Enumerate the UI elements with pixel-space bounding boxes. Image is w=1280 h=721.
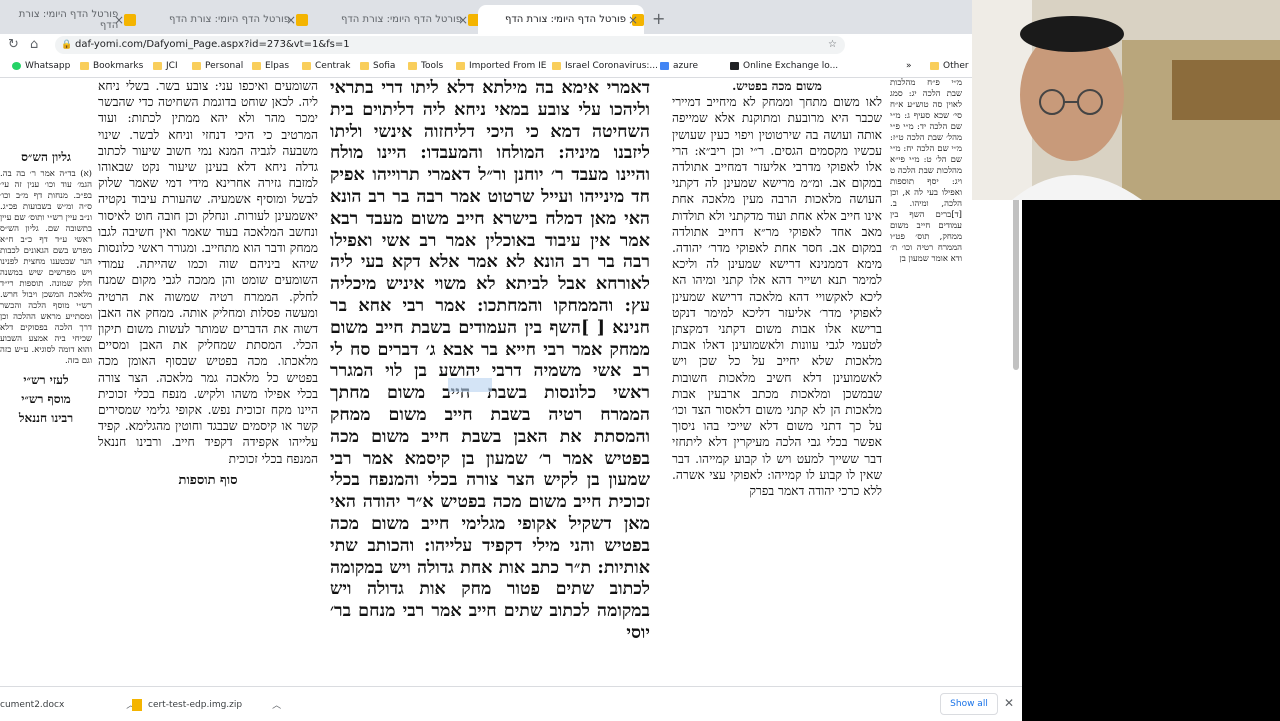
folder-icon [302,62,311,70]
laazei-rashi-heading: לעזי רש״י [23,373,69,387]
bookmark-folder[interactable]: Centrak [302,61,350,71]
webcam-video-overlay [972,0,1280,200]
lock-icon: 🔒 [61,40,73,50]
bookmark-label: azure [673,61,698,71]
bookmark-other[interactable]: Other b [930,61,972,71]
chevron-up-icon[interactable]: ︿ [272,698,281,711]
download-filename: cert-test-edp.img.zip [148,699,243,710]
rashi-text: לאו משום מתחך וממחק לא מיחייב דמיירי שכב… [672,95,882,499]
bookmark-folder[interactable]: Israel Coronavirus:... [552,61,658,71]
tab-3[interactable]: פורטל הדף היומי: צורת הדף × [308,5,480,34]
tab-close-icon[interactable]: × [114,13,124,27]
rashi-heading: משום מכה בפטיש. [732,79,822,93]
bookmarks-overflow-chevron[interactable]: » [906,61,912,71]
browser-window: פורטל הדף היומי: צורת הדף × פורטל הדף הי… [0,0,972,720]
bookmark-star-icon[interactable]: ☆ [828,36,837,54]
close-downloads-icon[interactable]: ✕ [1004,696,1014,710]
tab-close-icon[interactable]: × [286,13,296,27]
site-favicon-icon [296,13,308,26]
whatsapp-icon [12,62,21,70]
talmud-page: מ״י פ״ח מהלכות שבת הלכה יג: סמג לאוין סה… [0,78,972,686]
bookmark-label: Centrak [315,61,351,71]
tosafot-column: השומעים ואיכפו עני: צובע בשר. בשלי ניחא … [98,78,318,686]
site-favicon-icon [124,13,136,26]
bookmark-folder[interactable]: Imported From IE [456,61,546,71]
bookmark-label: Tools [421,61,444,71]
tosafot-text: השומעים ואיכפו עני: צובע בשר. בשלי ניחא … [98,79,318,466]
bookmark-folder[interactable]: Personal [192,61,243,71]
bookmark-label: Personal [205,61,244,71]
url-text: daf-yomi.com/Dafyomi_Page.aspx?id=273&vt… [75,39,350,50]
bookmark-label: Sofia [373,61,396,71]
bookmark-label: Other b [943,61,972,71]
reload-icon[interactable]: ↻ [8,37,19,52]
tab-strip: פורטל הדף היומי: צורת הדף × פורטל הדף הי… [0,0,972,34]
selection-highlight [448,378,492,392]
gilyon-heading: גליון הש״ס [21,150,71,164]
tosafot-heading: סוף תוספות [178,472,238,488]
bookmark-folder[interactable]: JCI [153,61,178,71]
bookmark-label: Imported From IE [469,61,547,71]
tab-title: פורטל הדף היומי: צורת הדף [168,14,290,25]
downloads-bar: cument2.docx ︿ cert-test-edp.img.zip ︿ S… [0,686,1022,721]
zip-file-icon [132,698,142,711]
overflow-glyph: » [906,61,912,71]
folder-icon [192,62,201,70]
folder-icon [360,62,369,70]
download-item[interactable]: cument2.docx ︿ [0,698,135,712]
tab-close-icon[interactable]: × [628,13,638,27]
bookmark-label: Online Exchange lo... [743,61,839,71]
presenter-video-icon [972,0,1280,200]
bookmark-folder[interactable]: Elpas [252,61,289,71]
folder-icon [930,62,939,70]
folder-icon [153,62,162,70]
bookmark-label: Elpas [265,61,290,71]
bookmarks-bar: Whatsapp Bookmarks JCI Personal Elpas Ce… [0,57,972,78]
tab-title: פורטל הדף היומי: צורת הדף [18,8,119,31]
bookmark-label: Israel Coronavirus:... [565,61,659,71]
folder-icon [252,62,261,70]
video-letterbox [1022,200,1280,720]
folder-icon [80,62,89,70]
bookmark-azure[interactable]: azure [660,61,698,71]
tab-title: פורטל הדף היומי: צורת הדף [340,14,462,25]
bookmark-label: Whatsapp [25,61,71,71]
new-tab-plus-icon[interactable]: + [652,9,665,28]
exchange-icon [730,62,739,70]
tab-4-active[interactable]: פורטל הדף היומי: צורת הדף × [478,5,644,34]
tab-2[interactable]: פורטל הדף היומי: צורת הדף × [136,5,308,34]
ein-mishpat-column: מ״י פ״ח מהלכות שבת הלכה יג: סמג לאוין סה… [890,78,962,686]
rabbeinu-chananel-heading: רבינו חננאל [18,411,74,425]
bookmark-exchange[interactable]: Online Exchange lo... [730,61,838,71]
rashi-column: משום מכה בפטיש. לאו משום מתחך וממחק לא מ… [672,78,882,686]
musaf-rashi-heading: מוסף רש״י [21,392,71,406]
gilyon-column: גליון הש״ס (א) בד״ה אמר ר׳ בה בה. הגמ׳ ע… [0,78,92,686]
tab-title: פורטל הדף היומי: צורת הדף [504,14,626,25]
download-item[interactable]: cert-test-edp.img.zip ︿ [132,698,281,711]
tab-1[interactable]: פורטל הדף היומי: צורת הדף × [0,5,136,34]
bookmark-folder[interactable]: Sofia [360,61,395,71]
bookmark-folder[interactable]: Tools [408,61,443,71]
address-bar-row: ↻ ⌂ 🔒 daf-yomi.com/Dafyomi_Page.aspx?id=… [0,34,972,84]
tab-close-icon[interactable]: × [458,13,468,27]
folder-icon [456,62,465,70]
url-input[interactable]: 🔒 daf-yomi.com/Dafyomi_Page.aspx?id=273&… [55,36,845,54]
folder-icon [552,62,561,70]
doc-icon [660,62,669,70]
bookmark-label: Bookmarks [93,61,144,71]
home-icon[interactable]: ⌂ [30,37,38,52]
ein-mishpat-text: מ״י פ״ח מהלכות שבת הלכה יג: סמג לאוין סה… [890,78,962,264]
folder-icon [408,62,417,70]
gemara-text: דאמרי אימא בה מילתא דלא ליתו דרי בתראי ו… [330,78,650,643]
gilyon-text: (א) בד״ה אמר ר׳ בה בה. הגמ׳ עוד וכו׳ עני… [0,169,92,366]
show-all-downloads-button[interactable]: Show all [940,693,998,715]
bookmark-whatsapp[interactable]: Whatsapp [12,61,70,71]
bookmark-label: JCI [166,61,178,71]
bookmark-folder[interactable]: Bookmarks [80,61,143,71]
download-filename: cument2.docx [0,699,65,710]
